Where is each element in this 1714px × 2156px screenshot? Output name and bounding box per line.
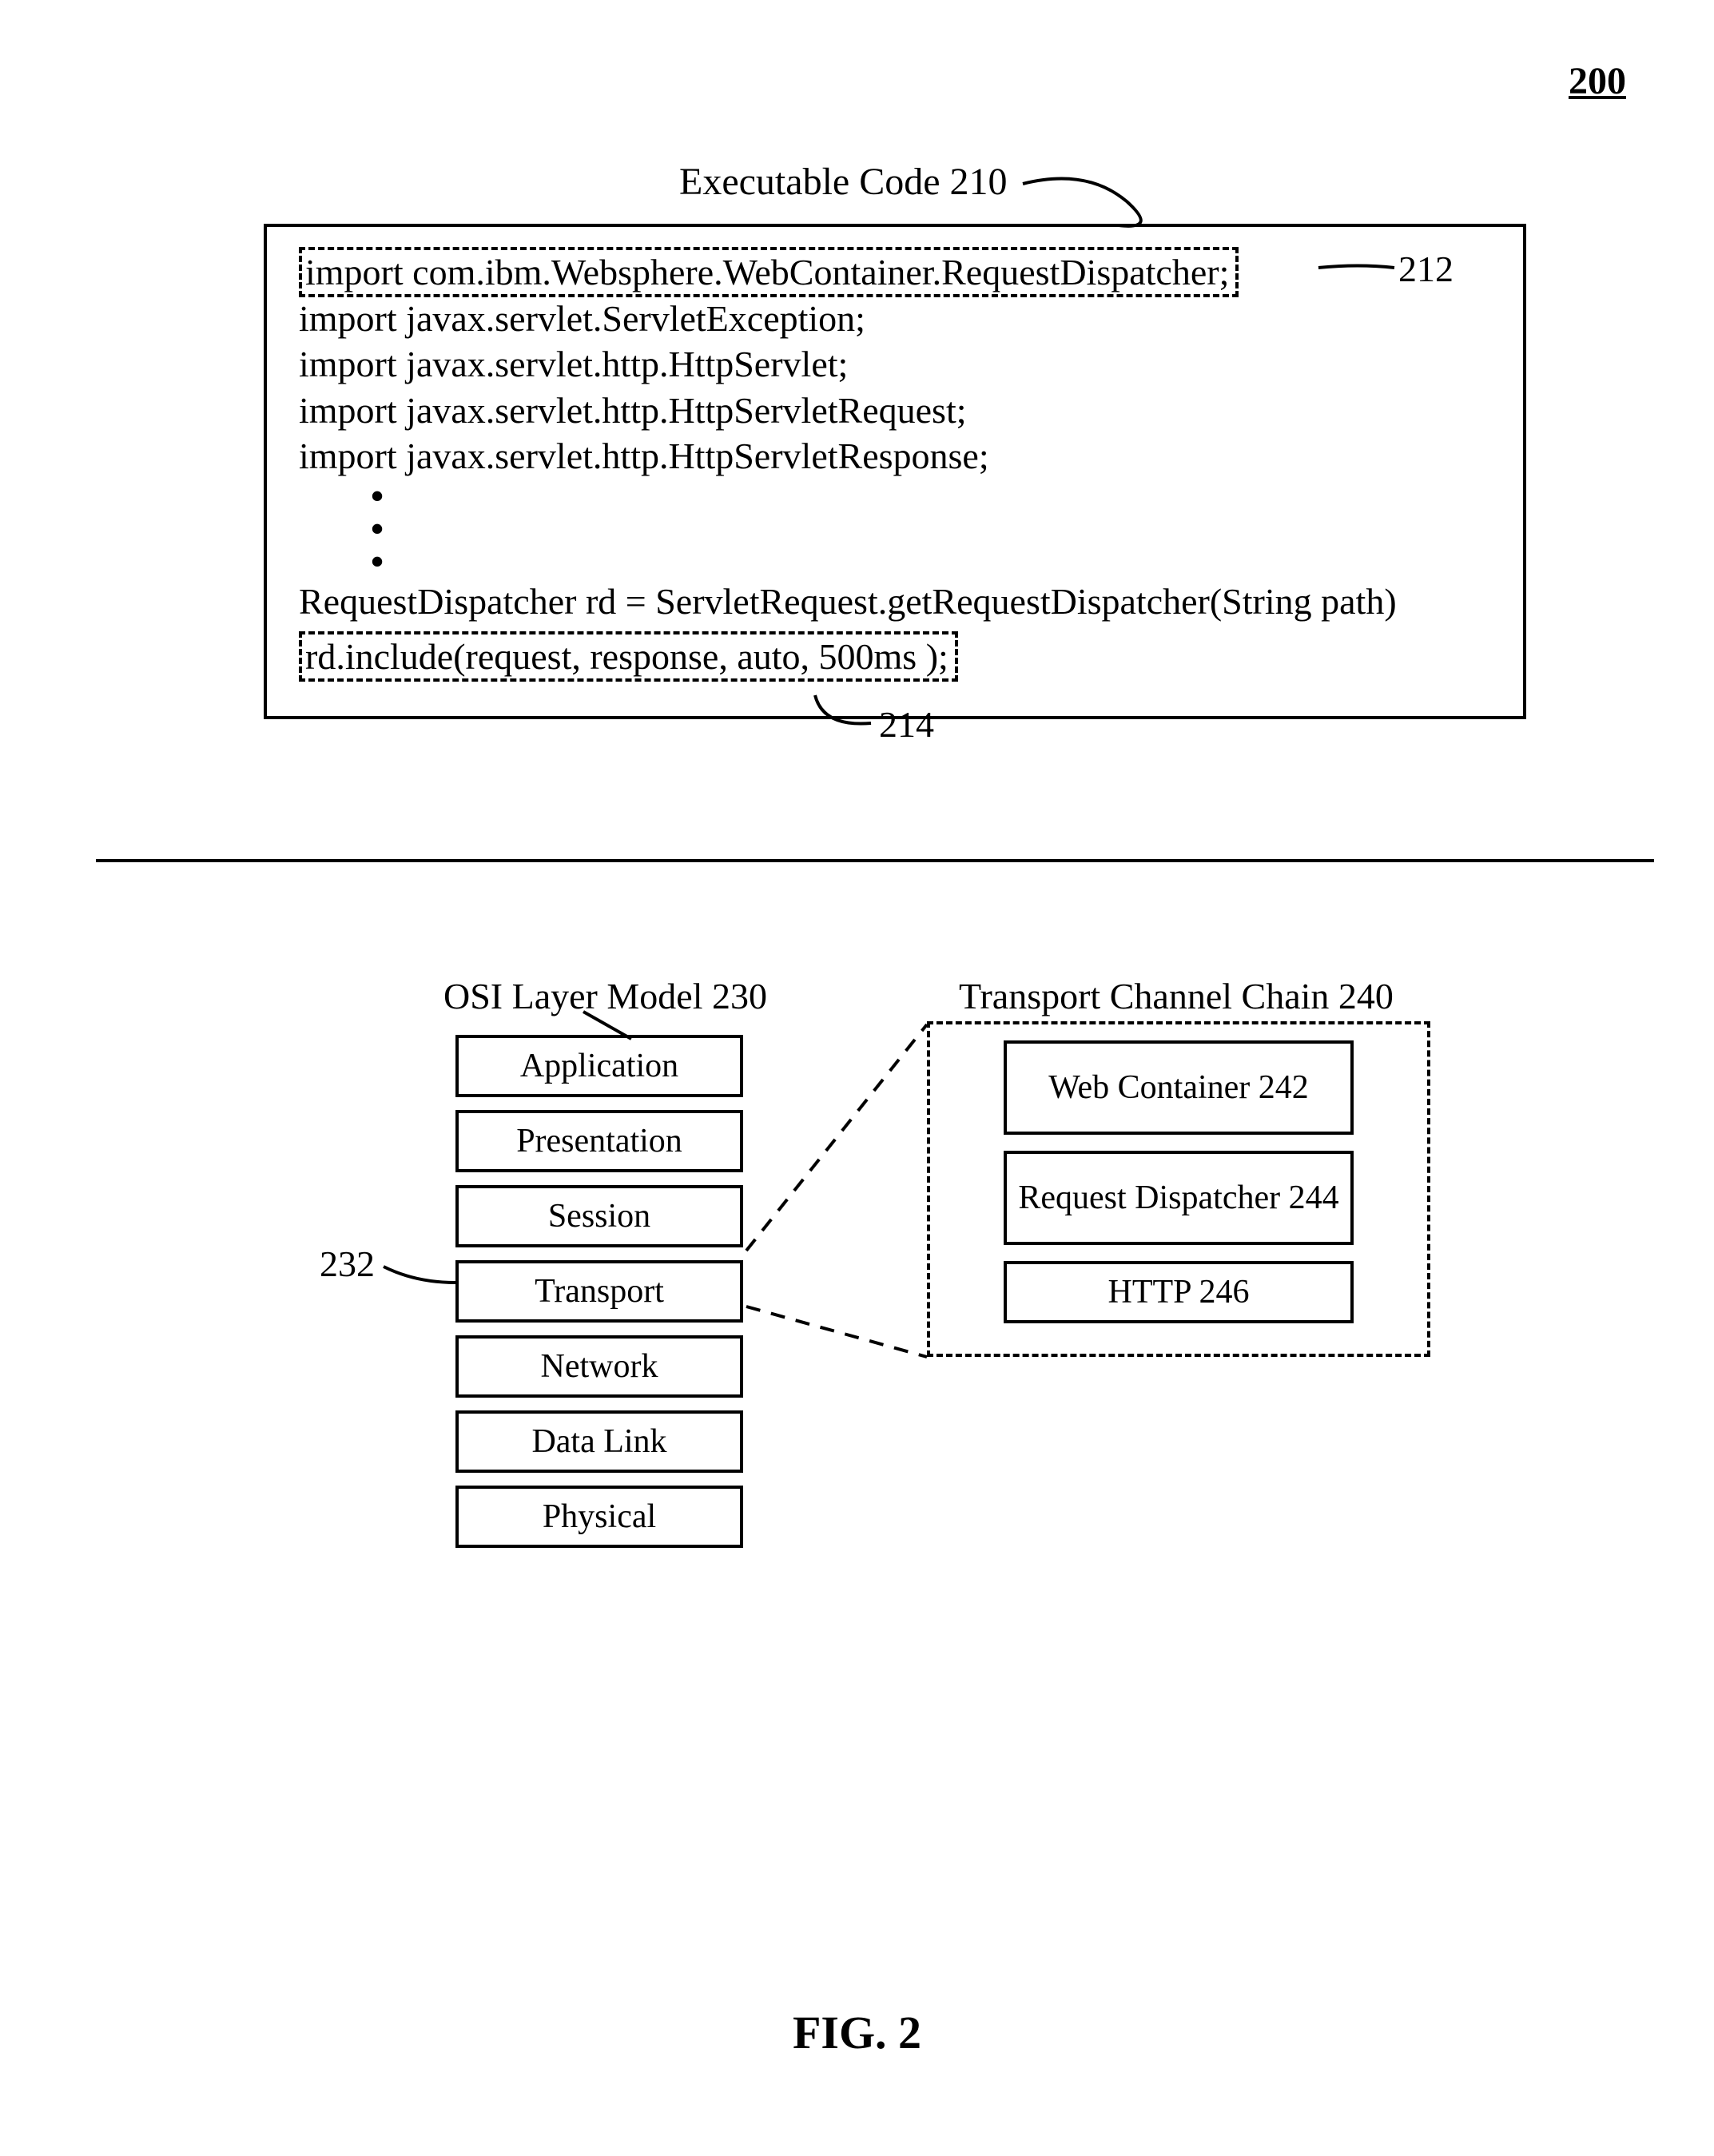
osi-layer-presentation: Presentation: [455, 1110, 743, 1172]
code-line: import javax.servlet.http.HttpServlet;: [299, 341, 1491, 388]
transport-channel-chain-title: Transport Channel Chain 240: [959, 975, 1394, 1017]
osi-model-title: OSI Layer Model 230: [443, 975, 767, 1017]
reference-232-label: 232: [320, 1243, 375, 1285]
code-line: import javax.servlet.http.HttpServletReq…: [299, 388, 1491, 434]
osi-layer-physical: Physical: [455, 1486, 743, 1548]
dashed-import-line: import com.ibm.Websphere.WebContainer.Re…: [299, 247, 1239, 297]
osi-layer-transport: Transport: [455, 1260, 743, 1323]
tcc-http: HTTP 246: [1004, 1261, 1354, 1323]
osi-layer-network: Network: [455, 1335, 743, 1398]
osi-layer-stack: Application Presentation Session Transpo…: [455, 1035, 743, 1561]
executable-code-box: import com.ibm.Websphere.WebContainer.Re…: [264, 224, 1526, 719]
reference-212-label: 212: [1398, 248, 1454, 290]
tcc-web-container: Web Container 242: [1004, 1040, 1354, 1135]
osi-layer-session: Session: [455, 1185, 743, 1247]
code-line-import-dashed: import com.ibm.Websphere.WebContainer.Re…: [299, 249, 1491, 296]
lower-connectors-svg: [0, 975, 1714, 1614]
code-line-include-dashed: rd.include(request, response, auto, 500m…: [299, 634, 1491, 680]
osi-layer-datalink: Data Link: [455, 1410, 743, 1473]
lower-section: OSI Layer Model 230 Transport Channel Ch…: [0, 975, 1714, 1854]
ellipsis-dots: •••: [299, 479, 1491, 579]
figure-reference-number: 200: [1569, 59, 1626, 103]
osi-layer-application: Application: [455, 1035, 743, 1097]
executable-code-label: Executable Code 210: [679, 161, 1008, 203]
reference-214-label: 214: [879, 703, 934, 746]
dashed-include-line: rd.include(request, response, auto, 500m…: [299, 631, 958, 682]
code-line: RequestDispatcher rd = ServletRequest.ge…: [299, 579, 1491, 625]
code-line: import javax.servlet.ServletException;: [299, 296, 1491, 342]
horizontal-divider: [96, 859, 1654, 862]
code-line: import javax.servlet.http.HttpServletRes…: [299, 433, 1491, 479]
executable-code-label-area: Executable Code 210: [679, 160, 1008, 204]
page: 200 Executable Code 210 import com.ibm.W…: [0, 0, 1714, 2156]
transport-channel-chain-box: Web Container 242 Request Dispatcher 244…: [927, 1021, 1430, 1357]
tcc-request-dispatcher: Request Dispatcher 244: [1004, 1151, 1354, 1245]
figure-caption: FIG. 2: [0, 2006, 1714, 2059]
